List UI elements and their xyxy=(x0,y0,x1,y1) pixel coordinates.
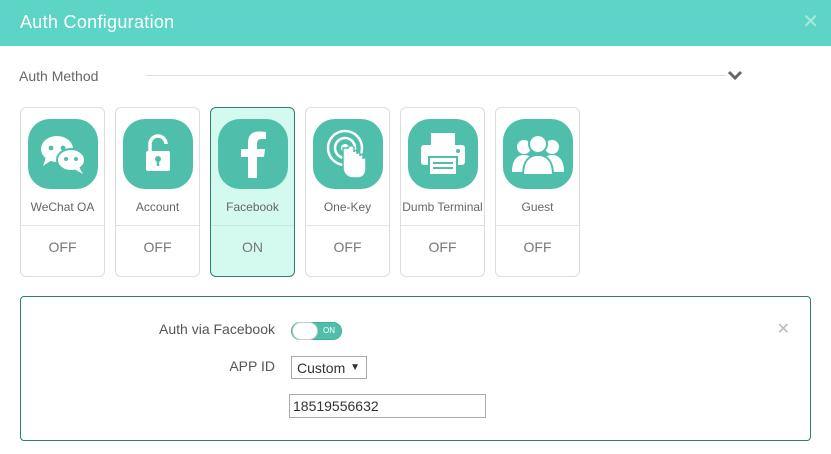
auth-method-one-key[interactable]: One-Key OFF xyxy=(305,107,390,277)
printer-icon xyxy=(408,119,478,189)
auth-method-guest[interactable]: Guest OFF xyxy=(495,107,580,277)
toggle-state-text: ON xyxy=(323,326,335,335)
auth-method-state: ON xyxy=(242,239,263,255)
section-label: Auth Method xyxy=(19,68,99,84)
dropdown-arrow-icon: ▼ xyxy=(350,362,360,373)
auth-method-wechat-oa[interactable]: WeChat OA OFF xyxy=(20,107,105,277)
auth-method-label: One-Key xyxy=(323,200,372,214)
auth-method-label: Account xyxy=(135,200,180,214)
dialog-header: Auth Configuration ✕ xyxy=(0,0,831,46)
facebook-config-panel: ✕ Auth via Facebook ON APP ID Custom ▼ xyxy=(20,296,811,441)
wechat-icon xyxy=(28,119,98,189)
auth-method-state: OFF xyxy=(523,239,552,255)
chevron-down-icon[interactable] xyxy=(726,66,744,84)
auth-method-dumb-terminal[interactable]: Dumb Terminal OFF xyxy=(400,107,485,277)
auth-via-facebook-label: Auth via Facebook xyxy=(159,321,275,337)
auth-via-facebook-toggle[interactable]: ON xyxy=(291,322,342,340)
guests-icon xyxy=(503,119,573,189)
toggle-knob xyxy=(292,322,318,340)
app-id-input[interactable] xyxy=(289,394,486,418)
auth-method-label: WeChat OA xyxy=(30,200,95,214)
auth-method-account[interactable]: Account OFF xyxy=(115,107,200,277)
section-divider xyxy=(146,75,726,76)
panel-close-icon[interactable]: ✕ xyxy=(777,319,790,339)
auth-method-facebook[interactable]: Facebook ON xyxy=(210,107,295,277)
tap-icon xyxy=(313,119,383,189)
auth-method-state: OFF xyxy=(48,239,77,255)
app-id-select-value: Custom xyxy=(297,360,346,376)
app-id-select[interactable]: Custom ▼ xyxy=(291,356,367,379)
dialog-title: Auth Configuration xyxy=(20,12,175,32)
app-id-label: APP ID xyxy=(229,358,275,374)
dialog-close-icon[interactable]: ✕ xyxy=(802,10,819,34)
auth-method-state: OFF xyxy=(428,239,457,255)
auth-method-label: Guest xyxy=(521,200,554,214)
auth-method-state: OFF xyxy=(333,239,362,255)
facebook-icon xyxy=(218,119,288,189)
auth-method-label: Dumb Terminal xyxy=(402,200,483,214)
auth-method-state: OFF xyxy=(143,239,172,255)
auth-method-label: Facebook xyxy=(226,200,279,214)
lock-icon xyxy=(123,119,193,189)
